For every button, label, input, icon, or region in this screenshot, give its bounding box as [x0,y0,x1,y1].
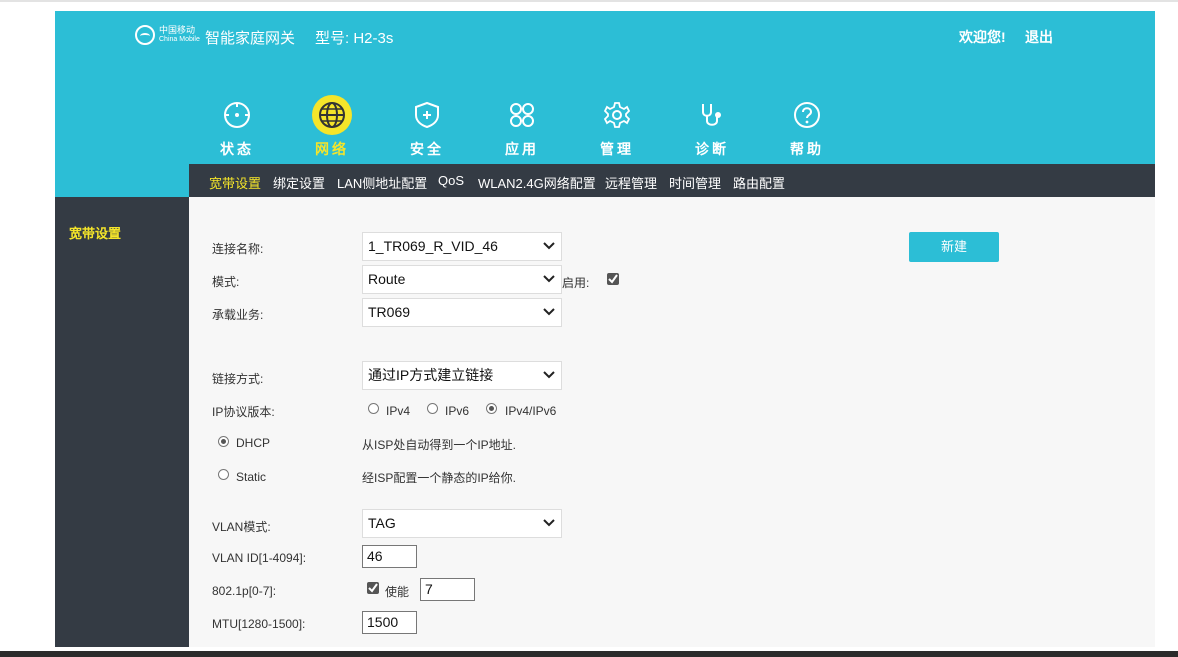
model-label: 型号: H2-3s [315,30,394,47]
enable-checkbox[interactable] [607,273,619,285]
sidebar: 宽带设置 [55,197,189,647]
mode-select[interactable]: Route [362,265,562,294]
welcome-text: 欢迎您! [959,29,1006,45]
vlan-mode-select[interactable]: TAG [362,509,562,538]
static-label: Static [236,470,267,484]
service-label: 承载业务: [212,308,264,322]
mode-value: Route [368,271,406,287]
dhcp-radio[interactable] [218,436,229,447]
tab-qos[interactable]: QoS [438,173,464,188]
shield-icon [407,95,447,135]
dhcp-label: DHCP [236,436,271,450]
conn-name-select[interactable]: 1_TR069_R_VID_46 [362,232,562,261]
tab-remote-management[interactable]: 远程管理 [605,173,657,192]
chevron-down-icon [543,275,555,283]
nav-security[interactable]: 安全 [397,95,457,159]
ipv4-ipv6-label: IPv4/IPv6 [505,404,557,418]
nav-status-label: 状态 [220,141,254,157]
nav-status[interactable]: 状态 [207,95,267,159]
nav-help[interactable]: 帮助 [777,95,837,159]
vlan-id-input[interactable]: 46 [362,545,417,568]
globe-icon [312,95,352,135]
tab-routing[interactable]: 路由配置 [733,173,785,192]
help-icon [787,95,827,135]
tab-binding[interactable]: 绑定设置 [273,173,325,192]
nav-diagnostics[interactable]: 诊断 [682,95,742,159]
ip-version-label: IP协议版本: [212,405,275,419]
chevron-down-icon [543,308,555,316]
conn-name-value: 1_TR069_R_VID_46 [368,238,498,254]
link-mode-label: 链接方式: [212,372,264,386]
conn-name-label: 连接名称: [212,242,264,256]
apps-icon [502,95,542,135]
brand-cn: 中国移动 [159,25,196,35]
logout-link[interactable]: 退出 [1025,27,1053,47]
nav-network[interactable]: 网络 [302,95,362,159]
link-mode-select[interactable]: 通过IP方式建立链接 [362,361,562,390]
static-description: 经ISP配置一个静态的IP给你. [362,471,517,485]
chevron-down-icon [543,519,555,527]
mtu-label: MTU[1280-1500]: [212,617,306,631]
tab-broadband[interactable]: 宽带设置 [209,173,261,192]
product-name: 智能家庭网关 [205,30,296,47]
browser-top-edge [0,0,1178,2]
nav-diagnostics-label: 诊断 [695,141,729,157]
nav-apps-label: 应用 [505,141,539,157]
status-icon [217,95,257,135]
ipv4-radio[interactable] [368,403,379,414]
china-mobile-logo: 中国移动 China Mobile [135,25,200,45]
stethoscope-icon [692,95,732,135]
mtu-input[interactable]: 1500 [362,611,417,634]
nav-security-label: 安全 [410,141,444,157]
tab-time-management[interactable]: 时间管理 [669,173,721,192]
dot1p-enable-checkbox[interactable] [367,582,379,594]
vlan-mode-label: VLAN模式: [212,520,271,534]
nav-management-label: 管理 [600,141,634,157]
ipv6-label: IPv6 [445,404,470,418]
gear-icon [597,95,637,135]
static-radio[interactable] [218,469,229,480]
mode-label: 模式: [212,275,240,289]
nav-help-label: 帮助 [790,141,824,157]
sub-navigation: 宽带设置 绑定设置 LAN侧地址配置 QoS WLAN2.4G网络配置 远程管理… [189,164,1155,197]
brand-en: China Mobile [159,36,200,43]
dot1p-input[interactable]: 7 [420,578,475,601]
china-mobile-logo-icon [135,25,155,45]
dot1p-enable-label: 使能 [385,585,410,599]
nav-management[interactable]: 管理 [587,95,647,159]
tab-lan-address[interactable]: LAN侧地址配置 [337,173,427,192]
chevron-down-icon [543,242,555,250]
chevron-down-icon [543,371,555,379]
link-mode-value: 通过IP方式建立链接 [368,367,494,383]
router-admin-page: 中国移动 China Mobile 智能家庭网关 型号: H2-3s 欢迎您! … [55,11,1155,647]
enable-label: 启用: [562,276,590,290]
nav-apps[interactable]: 应用 [492,95,552,159]
service-select[interactable]: TR069 [362,298,562,327]
service-value: TR069 [368,304,411,320]
tab-wlan[interactable]: WLAN2.4G网络配置 [478,173,596,192]
ipv4-ipv6-radio[interactable] [486,403,497,414]
dot1p-label: 802.1p[0-7]: [212,584,277,598]
vlan-mode-value: TAG [368,515,396,531]
nav-network-label: 网络 [315,141,349,157]
dhcp-description: 从ISP处自动得到一个IP地址. [362,438,517,452]
sidebar-item-broadband[interactable]: 宽带设置 [69,223,121,242]
ipv6-radio[interactable] [427,403,438,414]
taskbar-edge [0,651,1178,657]
ipv4-label: IPv4 [386,404,411,418]
vlan-id-label: VLAN ID[1-4094]: [212,551,307,565]
new-button[interactable]: 新建 [909,232,999,262]
